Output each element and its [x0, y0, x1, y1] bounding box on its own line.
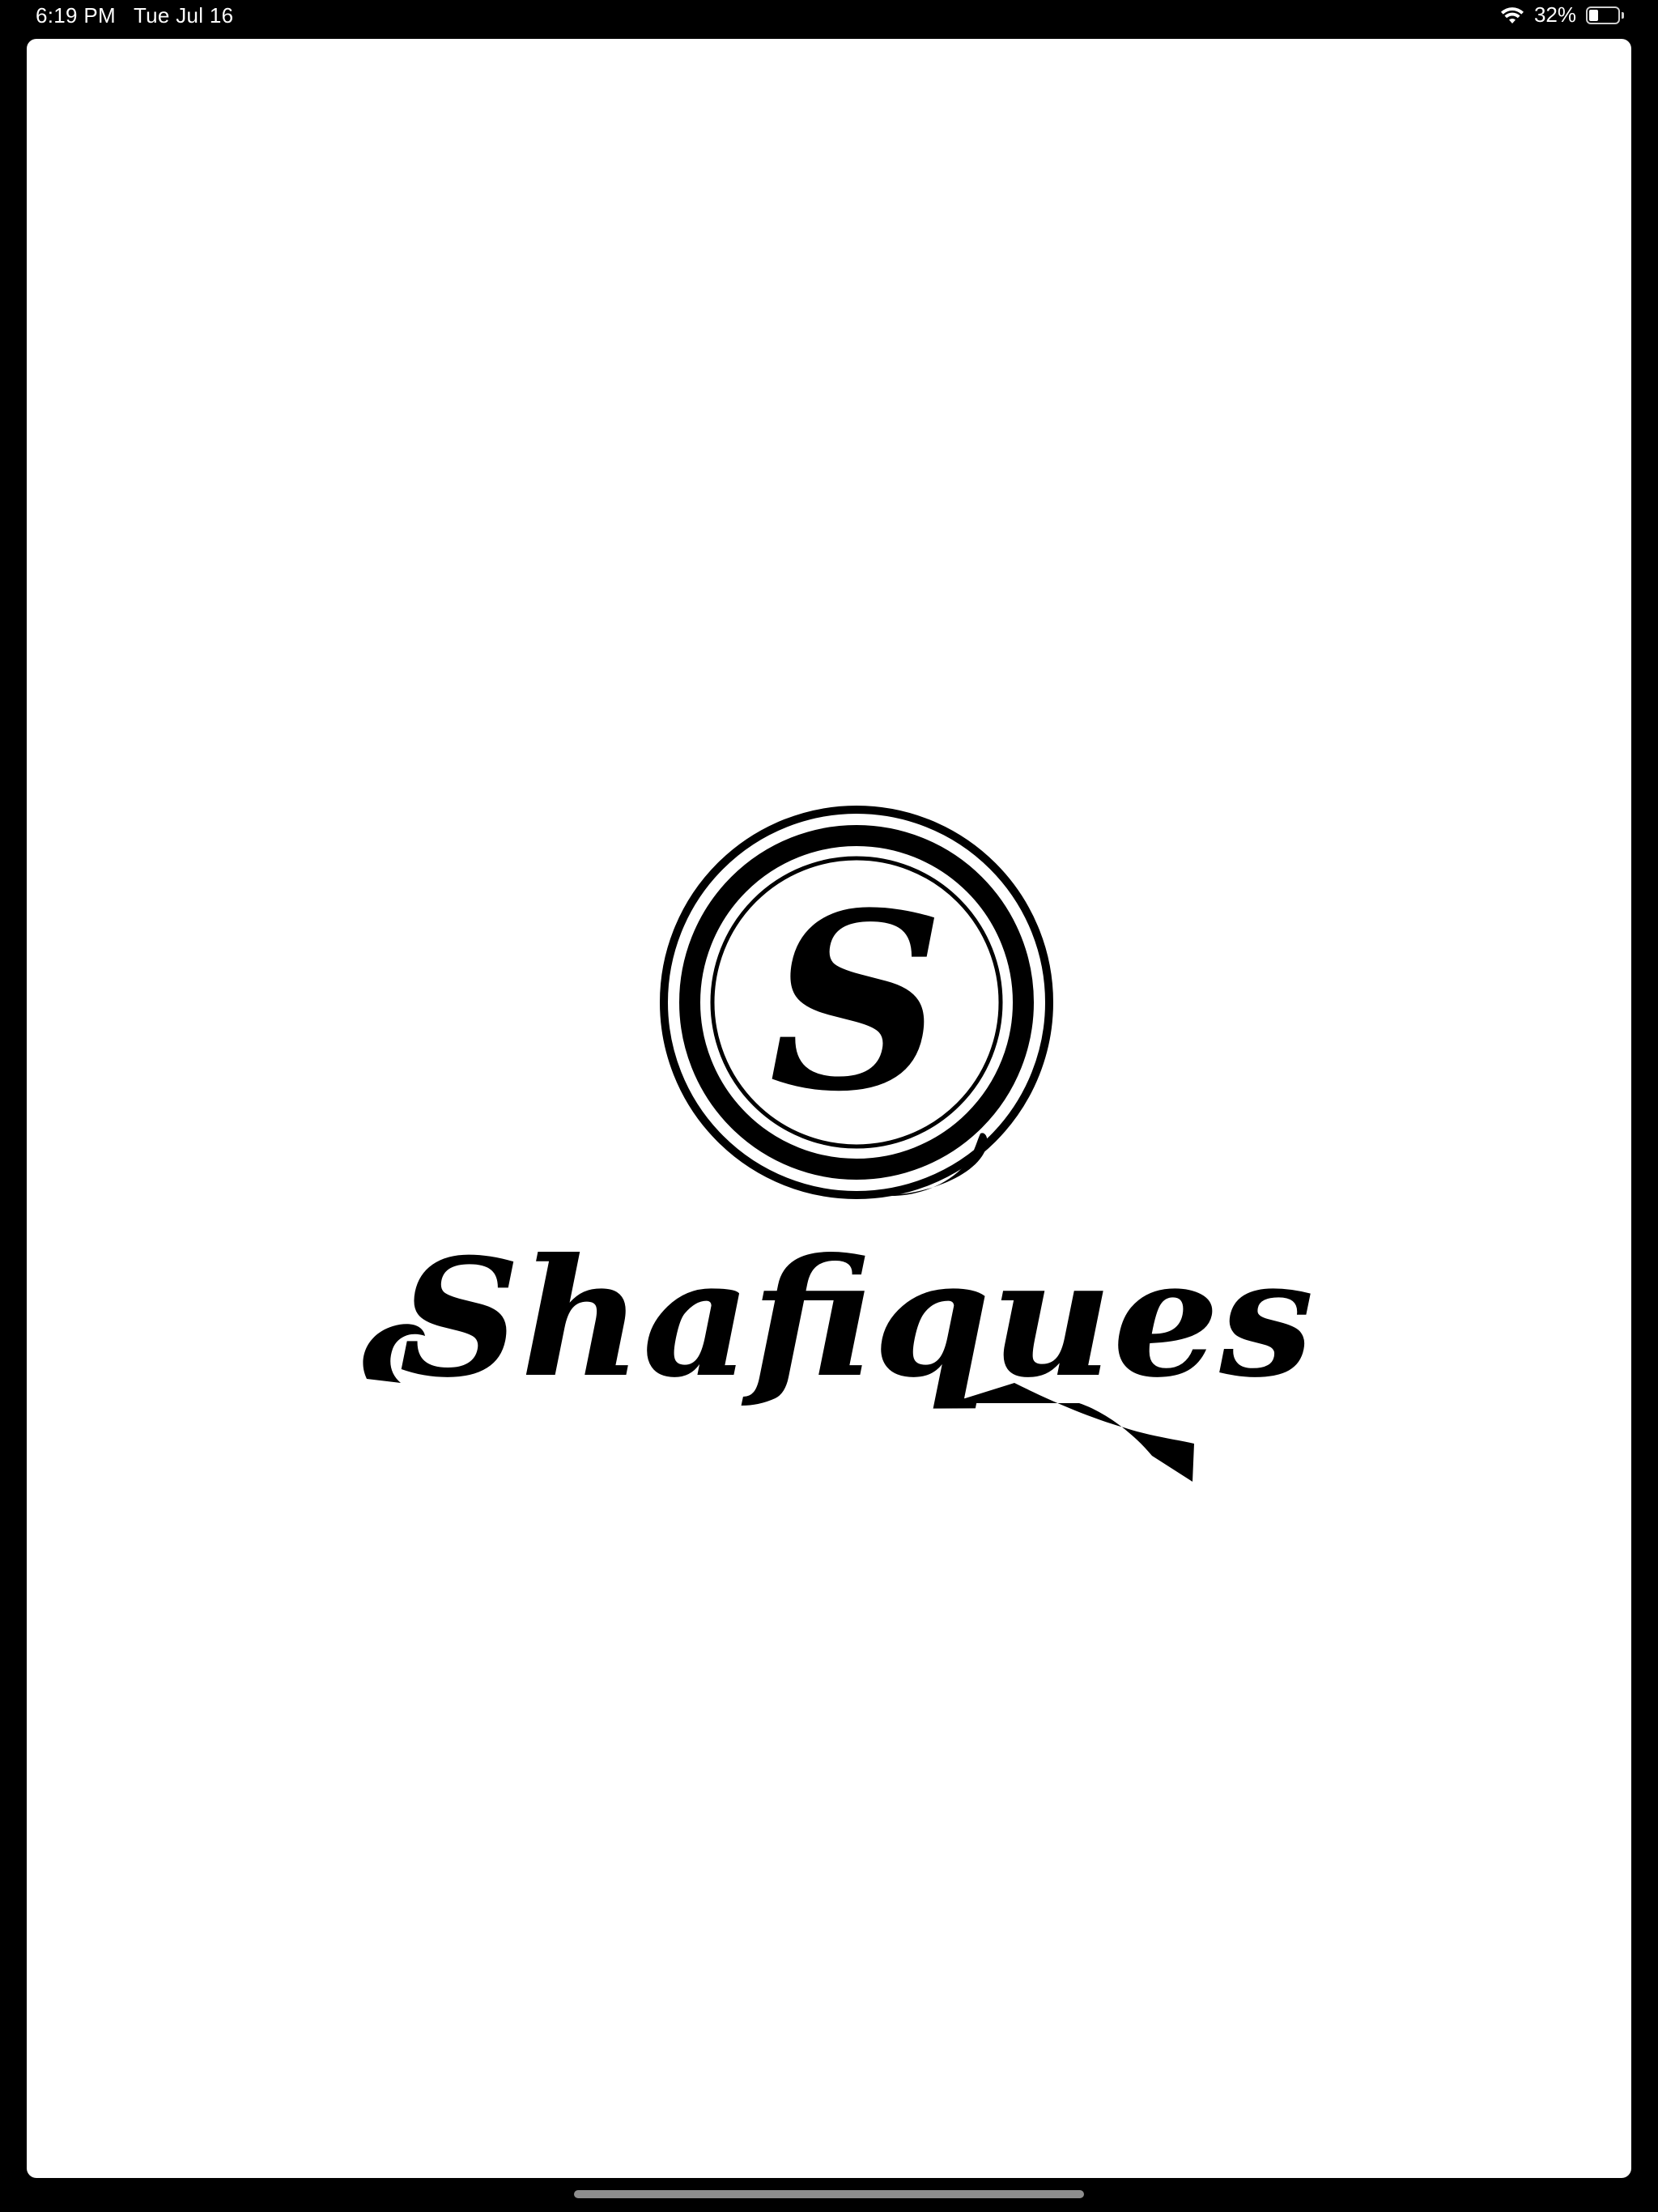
status-date: Tue Jul 16	[133, 3, 234, 28]
monogram-letter: S	[769, 859, 945, 1145]
status-bar: 6:19 PM Tue Jul 16 32%	[0, 0, 1658, 37]
battery-fill	[1589, 9, 1598, 21]
battery-icon	[1586, 6, 1624, 24]
battery-percent: 32%	[1533, 2, 1576, 27]
status-right: 32%	[1500, 2, 1624, 28]
home-indicator[interactable]	[574, 2190, 1084, 2198]
brand-wordmark: Shafiques	[399, 1223, 1314, 1414]
wifi-icon	[1500, 6, 1524, 25]
status-time: 6:19 PM	[36, 3, 116, 28]
status-left: 6:19 PM Tue Jul 16	[36, 3, 233, 28]
shafiques-logo: S Shafiques	[363, 806, 1314, 1482]
splash-screen: S Shafiques	[27, 39, 1631, 2178]
